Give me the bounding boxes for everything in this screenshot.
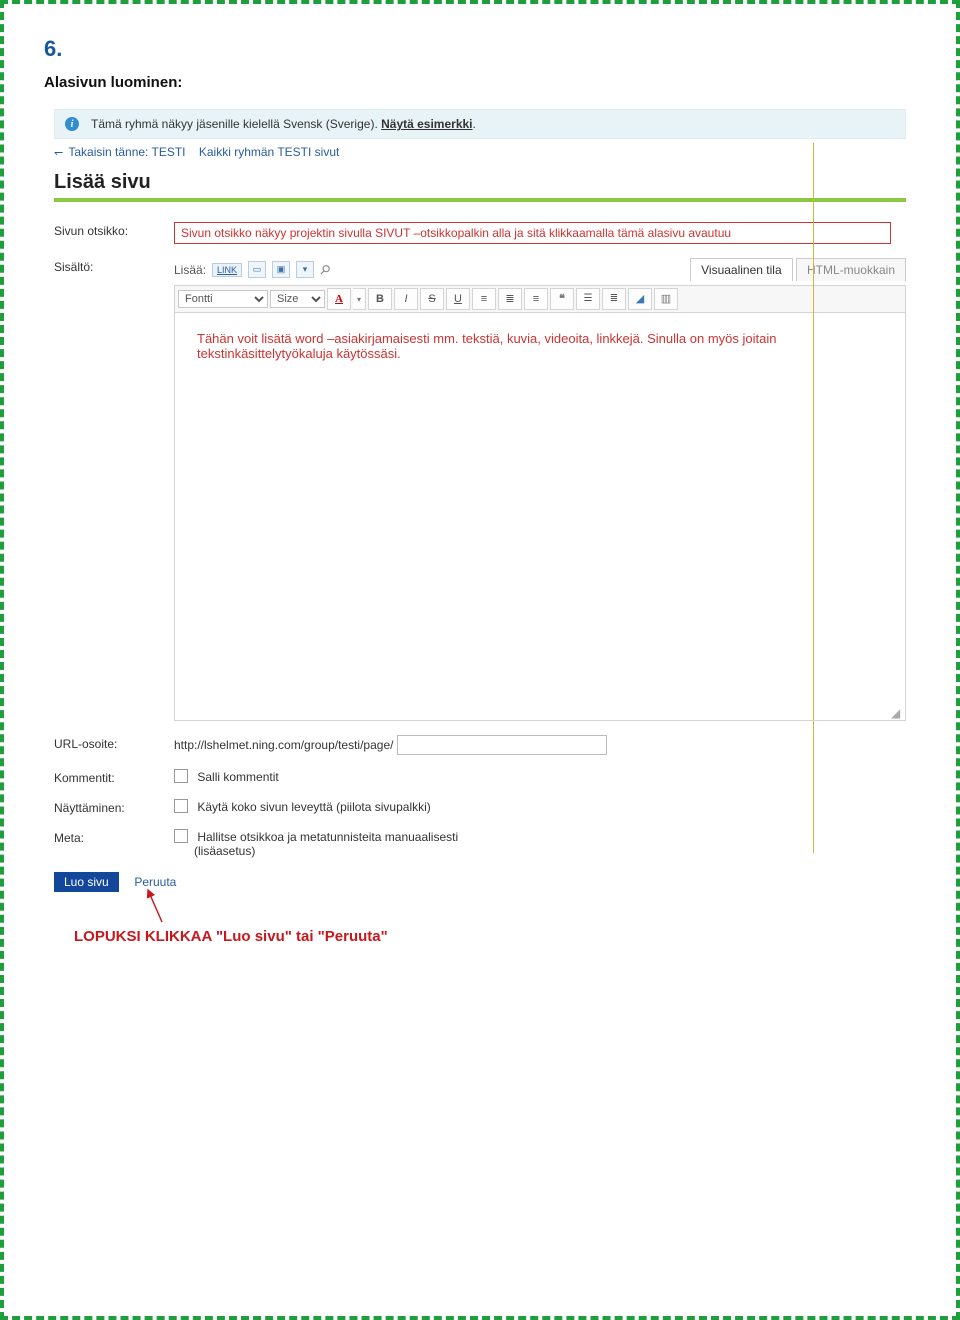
text-color-dropdown[interactable]: ▾ bbox=[353, 288, 366, 310]
row-title: Sivun otsikko: Sivun otsikko näkyy proje… bbox=[54, 222, 906, 244]
align-right-button[interactable]: ≡ bbox=[524, 288, 548, 310]
bold-button[interactable]: B bbox=[368, 288, 392, 310]
editor-tabs: Visuaalinen tila HTML-muokkain bbox=[690, 258, 906, 281]
allow-comments-label: Salli kommentit bbox=[197, 770, 278, 784]
create-page-button[interactable]: Luo sivu bbox=[54, 872, 119, 892]
tab-visual[interactable]: Visuaalinen tila bbox=[690, 258, 793, 281]
label-url: URL-osoite: bbox=[54, 735, 174, 751]
editor-toolbar: Fontti Size A▾ B I S U ≡ ≣ ≡ ❝ ☰ ≣ bbox=[174, 285, 906, 313]
label-meta: Meta: bbox=[54, 829, 174, 845]
font-select[interactable]: Fontti bbox=[178, 290, 268, 308]
align-center-button[interactable]: ≣ bbox=[498, 288, 522, 310]
label-content: Sisältö: bbox=[54, 258, 174, 274]
allow-comments-checkbox[interactable] bbox=[174, 769, 188, 783]
ol-button[interactable]: ≣ bbox=[602, 288, 626, 310]
editor-body-annotation: Tähän voit lisätä word –asiakirjamaisest… bbox=[197, 331, 776, 361]
document-page: 6. Alasivun luominen: i Tämä ryhmä näkyy… bbox=[0, 0, 960, 1320]
underline-button[interactable]: U bbox=[446, 288, 470, 310]
row-comments: Kommentit: Salli kommentit bbox=[54, 769, 906, 785]
insert-link-button[interactable]: LINK bbox=[212, 263, 242, 277]
label-title: Sivun otsikko: bbox=[54, 222, 174, 238]
subheading: Alasivun luominen: bbox=[44, 74, 916, 91]
insert-row: Lisää: LINK ▭ ▣ ▾ ⚲ Visuaalinen tila HTM… bbox=[174, 258, 906, 281]
fullwidth-label: Käytä koko sivun leveyttä (piilota sivup… bbox=[197, 800, 430, 814]
breadcrumb-all-pages[interactable]: Kaikki ryhmän TESTI sivut bbox=[199, 145, 339, 159]
url-prefix: http://lshelmet.ning.com/group/testi/pag… bbox=[174, 738, 393, 752]
blockquote-button[interactable]: ❝ bbox=[550, 288, 574, 310]
notice-text: Tämä ryhmä näkyy jäsenille kielellä Sven… bbox=[91, 117, 476, 131]
url-input[interactable] bbox=[397, 735, 607, 755]
label-comments: Kommentit: bbox=[54, 769, 174, 785]
notice-example-link[interactable]: Näytä esimerkki bbox=[381, 117, 472, 131]
page-title: Lisää sivu bbox=[54, 171, 916, 194]
italic-button[interactable]: I bbox=[394, 288, 418, 310]
title-underline bbox=[54, 198, 906, 202]
strike-button[interactable]: S bbox=[420, 288, 444, 310]
text-color-button[interactable]: A bbox=[327, 288, 351, 310]
final-instruction: LOPUKSI KLIKKAA "Luo sivu" tai "Peruuta" bbox=[74, 928, 916, 945]
editor-body[interactable]: Tähän voit lisätä word –asiakirjamaisest… bbox=[174, 313, 906, 721]
insert-image-button[interactable]: ▭ bbox=[248, 261, 266, 278]
row-url: URL-osoite: http://lshelmet.ning.com/gro… bbox=[54, 735, 906, 755]
row-meta: Meta: Hallitse otsikkoa ja metatunnistei… bbox=[54, 829, 906, 858]
insert-attachment-button[interactable]: ⚲ bbox=[316, 260, 334, 278]
align-left-button[interactable]: ≡ bbox=[472, 288, 496, 310]
row-display: Näyttäminen: Käytä koko sivun leveyttä (… bbox=[54, 799, 906, 815]
ul-button[interactable]: ☰ bbox=[576, 288, 600, 310]
title-input-annotation[interactable]: Sivun otsikko näkyy projektin sivulla SI… bbox=[174, 222, 891, 244]
size-select[interactable]: Size bbox=[270, 290, 325, 308]
resize-handle-icon[interactable]: ◢ bbox=[891, 706, 905, 720]
fullwidth-checkbox[interactable] bbox=[174, 799, 188, 813]
meta-sublabel: (lisäasetus) bbox=[194, 844, 255, 858]
back-arrow-icon: ↽ bbox=[54, 147, 63, 159]
notice-prefix: Tämä ryhmä näkyy jäsenille kielellä Sven… bbox=[91, 117, 381, 131]
info-icon: i bbox=[65, 117, 79, 131]
annotation-arrow-icon bbox=[144, 886, 174, 926]
label-display: Näyttäminen: bbox=[54, 799, 174, 815]
fullscreen-button[interactable]: ▥ bbox=[654, 288, 678, 310]
insert-media-button[interactable]: ▣ bbox=[272, 261, 290, 278]
breadcrumbs: ↽ Takaisin tänne: TESTI Kaikki ryhmän TE… bbox=[54, 145, 916, 159]
meta-checkbox[interactable] bbox=[174, 829, 188, 843]
insert-label: Lisää: bbox=[174, 263, 206, 277]
clear-format-button[interactable]: ◢ bbox=[628, 288, 652, 310]
breadcrumb-back[interactable]: Takaisin tänne: TESTI bbox=[68, 145, 185, 159]
notice-bar: i Tämä ryhmä näkyy jäsenille kielellä Sv… bbox=[54, 109, 906, 139]
step-number: 6. bbox=[44, 36, 916, 62]
row-content: Sisältö: Lisää: LINK ▭ ▣ ▾ ⚲ Visuaalinen… bbox=[54, 258, 906, 721]
meta-label: Hallitse otsikkoa ja metatunnisteita man… bbox=[197, 830, 458, 844]
insert-embed-button[interactable]: ▾ bbox=[296, 261, 314, 278]
